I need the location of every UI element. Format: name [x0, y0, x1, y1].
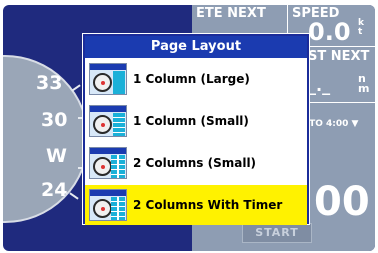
- compass-tick: [71, 84, 81, 92]
- menu-item-2-columns-with-timer[interactable]: 2 Columns With Timer: [85, 185, 307, 225]
- chevron-down-icon: ▼: [351, 119, 359, 129]
- compass-label-24: 24: [41, 179, 68, 201]
- menu-item-2-columns-small[interactable]: 2 Columns (Small): [85, 143, 307, 183]
- dist-value: _._: [308, 76, 331, 95]
- compass-label-west: W: [46, 145, 67, 167]
- dialog-title: Page Layout: [85, 36, 307, 58]
- ete-next-label: ETE NEXT: [196, 6, 266, 21]
- timer-digits: 00: [314, 179, 370, 225]
- page-layout-dialog: Page Layout 1 Column (Large) 1 Column (S…: [83, 34, 309, 225]
- device-screen: 33 30 W 24 ETE NEXT SPEED 0.0 k t ST NEX…: [3, 5, 375, 251]
- layout-1-column-small-icon: [89, 105, 127, 137]
- menu-item-label: 1 Column (Large): [133, 72, 250, 86]
- menu-item-1-column-small[interactable]: 1 Column (Small): [85, 101, 307, 141]
- compass-label-33: 33: [36, 72, 63, 94]
- menu-item-label: 2 Columns With Timer: [133, 198, 283, 212]
- dist-unit: n m: [358, 72, 370, 95]
- speed-unit: k t: [358, 18, 364, 37]
- compass-rose: 33 30 W 24: [3, 55, 89, 223]
- menu-item-1-column-large[interactable]: 1 Column (Large): [85, 59, 307, 99]
- menu-item-label: 1 Column (Small): [133, 114, 249, 128]
- layout-2-columns-small-icon: [89, 147, 127, 179]
- layout-2-columns-timer-icon: [89, 189, 127, 221]
- dist-next-label: ST NEXT: [308, 49, 370, 64]
- compass-label-30: 30: [41, 109, 68, 131]
- compass-tick: [69, 192, 79, 200]
- menu-item-label: 2 Columns (Small): [133, 156, 257, 170]
- start-button[interactable]: START: [242, 223, 312, 243]
- speed-value: 0.0: [308, 18, 351, 46]
- layout-1-column-large-icon: [89, 63, 127, 95]
